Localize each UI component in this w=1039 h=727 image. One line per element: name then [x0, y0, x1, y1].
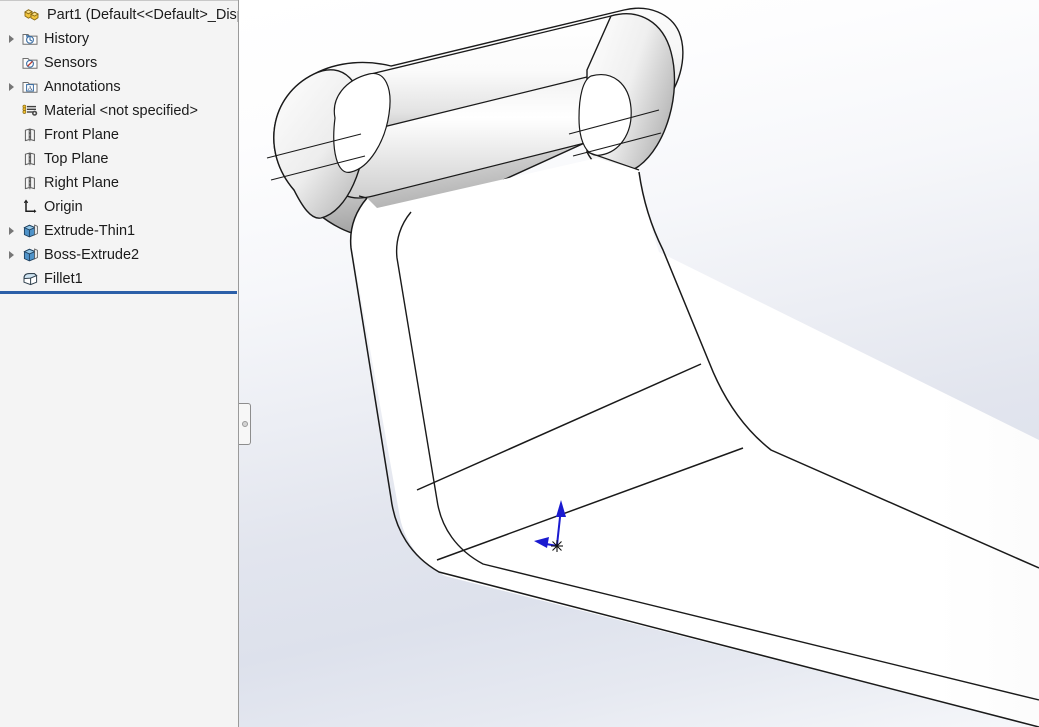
chevron-right-icon[interactable] [2, 243, 20, 267]
tree-item-origin[interactable]: Origin [0, 195, 238, 219]
sensors-folder-icon [20, 53, 40, 73]
fillet-icon [20, 269, 40, 289]
panel-splitter-handle[interactable] [239, 403, 251, 445]
part-icon [22, 5, 42, 25]
tree-item-label: Top Plane [44, 151, 109, 167]
twisty-placeholder [2, 267, 20, 291]
plane-icon [20, 149, 40, 169]
twisty-placeholder [2, 147, 20, 171]
grip-dot-icon [241, 421, 248, 427]
tree-item-boss-extrude2[interactable]: Boss-Extrude2 [0, 243, 238, 267]
tree-item-part-root[interactable]: Part1 (Default<<Default>_Disp [0, 3, 239, 27]
twisty-placeholder [4, 3, 22, 27]
tree-item-front-plane[interactable]: Front Plane [0, 123, 238, 147]
tree-item-label: Part1 (Default<<Default>_Disp [47, 7, 239, 23]
tree-item-label: Sensors [44, 55, 98, 71]
twisty-placeholder [2, 99, 20, 123]
chevron-right-icon[interactable] [2, 27, 20, 51]
triad-origin-star [551, 540, 563, 552]
feature-tree[interactable]: Part1 (Default<<Default>_Disp History Se… [0, 3, 239, 291]
tree-item-label: Origin [44, 199, 83, 215]
twisty-placeholder [2, 51, 20, 75]
svg-text:A: A [28, 85, 33, 92]
tree-item-label: Boss-Extrude2 [44, 247, 140, 263]
origin-icon [20, 197, 40, 217]
annotations-folder-icon: A [20, 77, 40, 97]
tree-item-label: Front Plane [44, 127, 119, 143]
model-render [266, 7, 1039, 727]
tree-item-material[interactable]: Material <not specified> [0, 99, 238, 123]
chevron-right-icon[interactable] [2, 75, 20, 99]
tree-item-extrude-thin1[interactable]: Extrude-Thin1 [0, 219, 238, 243]
history-folder-icon [20, 29, 40, 49]
twisty-placeholder [2, 195, 20, 219]
tree-item-sensors[interactable]: Sensors [0, 51, 238, 75]
tree-item-right-plane[interactable]: Right Plane [0, 171, 238, 195]
tree-item-label: History [44, 31, 90, 47]
3d-viewport[interactable] [239, 0, 1039, 727]
extrude-icon [20, 221, 40, 241]
plane-icon [20, 173, 40, 193]
tree-item-top-plane[interactable]: Top Plane [0, 147, 238, 171]
chevron-right-icon[interactable] [2, 219, 20, 243]
twisty-placeholder [2, 123, 20, 147]
rollback-bar[interactable] [0, 291, 237, 294]
extrude-icon [20, 245, 40, 265]
tree-item-label: Right Plane [44, 175, 119, 191]
tree-item-label: Annotations [44, 79, 121, 95]
tree-item-fillet1[interactable]: Fillet1 [0, 267, 238, 291]
tree-item-annotations[interactable]: A Annotations [0, 75, 238, 99]
material-icon [20, 101, 40, 121]
solidworks-window: Part1 (Default<<Default>_Disp History Se… [0, 0, 1039, 727]
sheet-body-face [351, 158, 1039, 727]
feature-manager-panel: Part1 (Default<<Default>_Disp History Se… [0, 0, 239, 727]
plane-icon [20, 125, 40, 145]
tree-item-label: Extrude-Thin1 [44, 223, 136, 239]
tree-item-label: Fillet1 [44, 271, 83, 287]
twisty-placeholder [2, 171, 20, 195]
tree-item-history[interactable]: History [0, 27, 238, 51]
tree-item-label: Material <not specified> [44, 103, 198, 119]
